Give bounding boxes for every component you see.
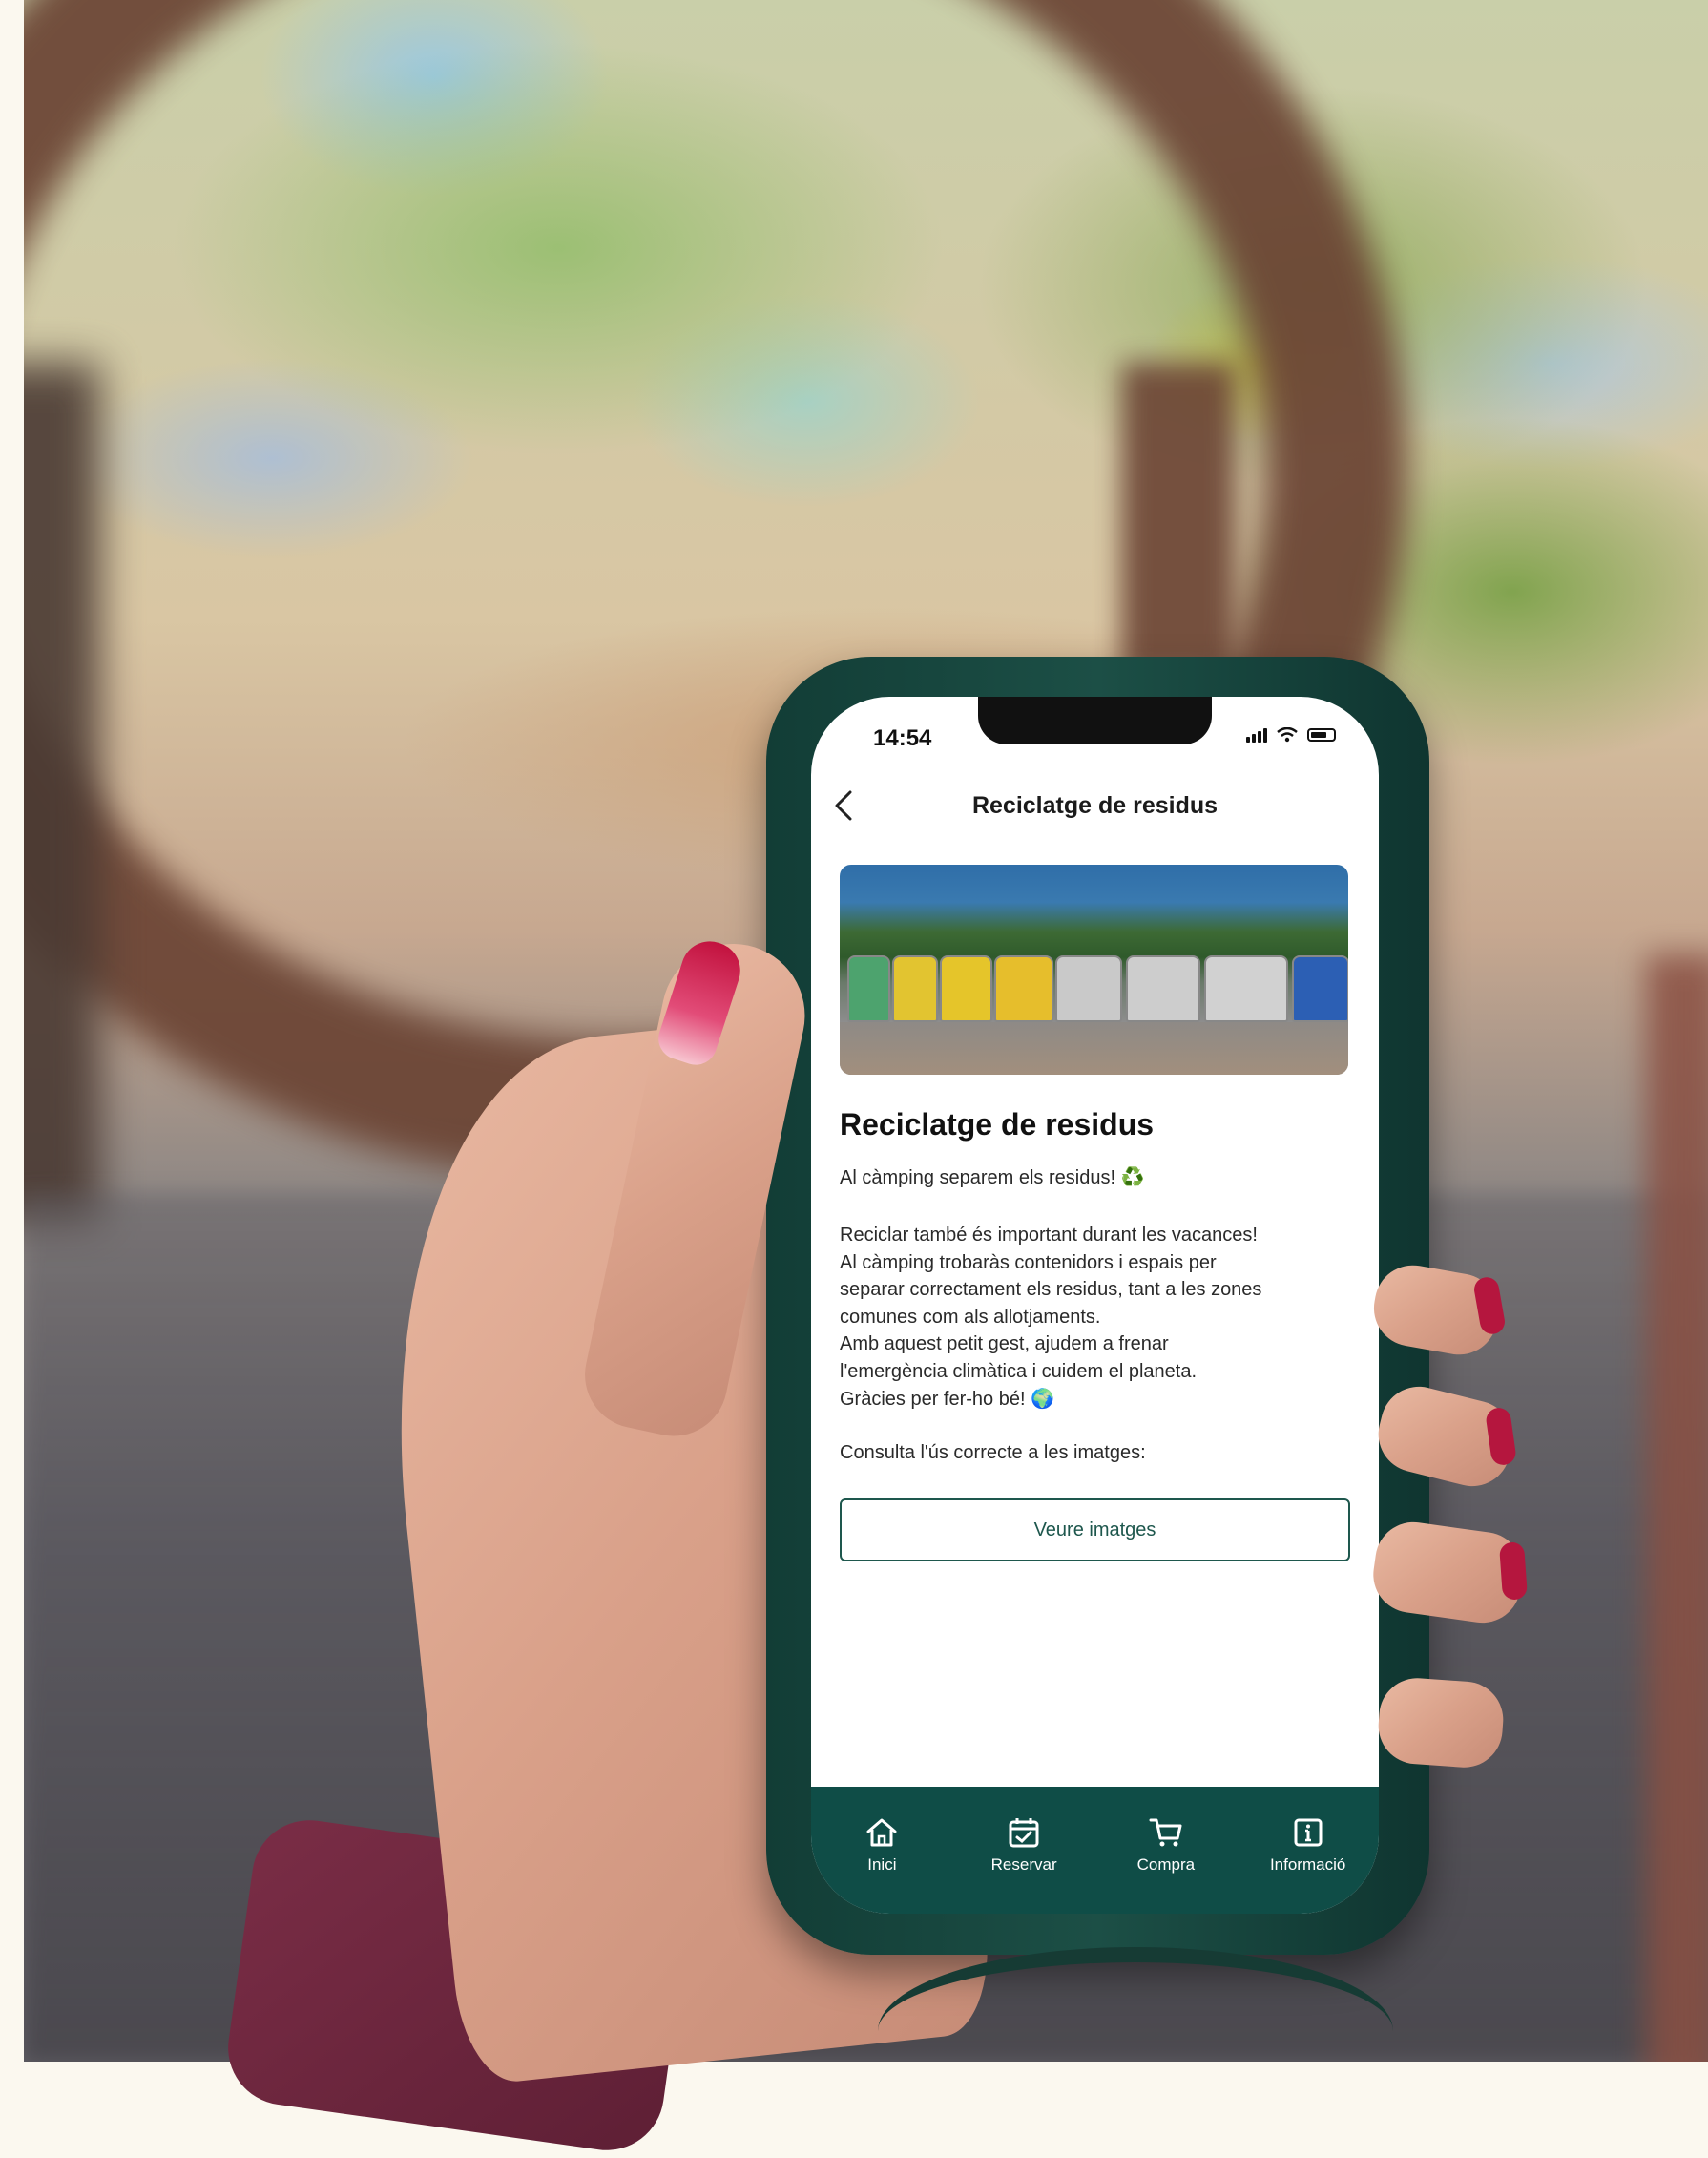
home-icon [866,1818,897,1847]
tab-label: Compra [1136,1855,1196,1874]
grey-container [1204,955,1288,1022]
yellow-container [994,955,1053,1022]
tab-compra[interactable]: Compra [1104,1813,1228,1875]
phone-screen: 14:54 Reciclatge de residus Reciclatge d… [811,697,1379,1914]
view-images-button[interactable]: Veure imatges [840,1498,1350,1561]
tab-label: Informació [1269,1855,1346,1874]
body-line: Al càmping trobaràs contenidors i espais… [840,1251,1217,1273]
recycling-containers-photo [840,865,1348,1075]
battery-icon [1307,728,1336,742]
hand-finger [1376,1675,1506,1770]
body-line: Reciclar també és important durant les v… [840,1225,1258,1246]
tab-label: Reservar [990,1855,1057,1874]
cart-icon [1149,1818,1182,1847]
body-line: Amb aquest petit gest, ajudem a frenar [840,1333,1169,1355]
body-line: Gràcies per fer-ho bé! [840,1388,1026,1410]
status-icons [1246,727,1336,743]
tab-reservar[interactable]: Reservar [962,1813,1086,1875]
status-time: 14:54 [873,725,932,751]
phone-notch [978,697,1212,744]
phone-lanyard [878,1947,1393,2115]
signal-icon [1246,727,1267,743]
yellow-container [940,955,992,1022]
page-title: Reciclatge de residus [971,792,1219,819]
article-body: Reciclar també és important durant les v… [840,1222,1360,1413]
tab-label: Inici [867,1855,897,1874]
grey-container [1055,955,1122,1022]
info-icon [1294,1818,1323,1847]
body-line: comunes com als allotjaments. [840,1306,1101,1328]
cta-text: Consulta l'ús correcte a les imatges: [840,1442,1146,1463]
wifi-icon [1277,727,1298,743]
tab-inici[interactable]: Inici [820,1813,944,1875]
bottom-tab-bar: Inici Reservar Compra Informació [811,1787,1379,1914]
article-intro: Al càmping separem els residus! ♻️ [840,1164,1360,1192]
green-container [847,955,890,1022]
globe-emoji-icon: 🌍 [1031,1388,1054,1410]
intro-text: Al càmping separem els residus! [840,1167,1116,1188]
blurred-pillar-left [24,363,100,1222]
body-line: l'emergència climàtica i cuidem el plane… [840,1360,1197,1382]
body-line: separar correctament els residus, tant a… [840,1279,1262,1301]
photo-ground [840,1022,1348,1075]
article-title: Reciclatge de residus [840,1107,1155,1142]
blue-container [1292,955,1348,1022]
body-line-last: Gràcies per fer-ho bé! 🌍 [840,1386,1360,1414]
grey-container [1126,955,1200,1022]
yellow-container [892,955,938,1022]
blurred-post-right [1646,954,1708,2062]
tab-informacio[interactable]: Informació [1246,1813,1370,1875]
calendar-check-icon [1009,1818,1039,1848]
recycle-emoji-icon: ♻️ [1120,1167,1145,1188]
blurred-pillar-right [1121,363,1236,678]
finger-nail [1498,1541,1529,1601]
